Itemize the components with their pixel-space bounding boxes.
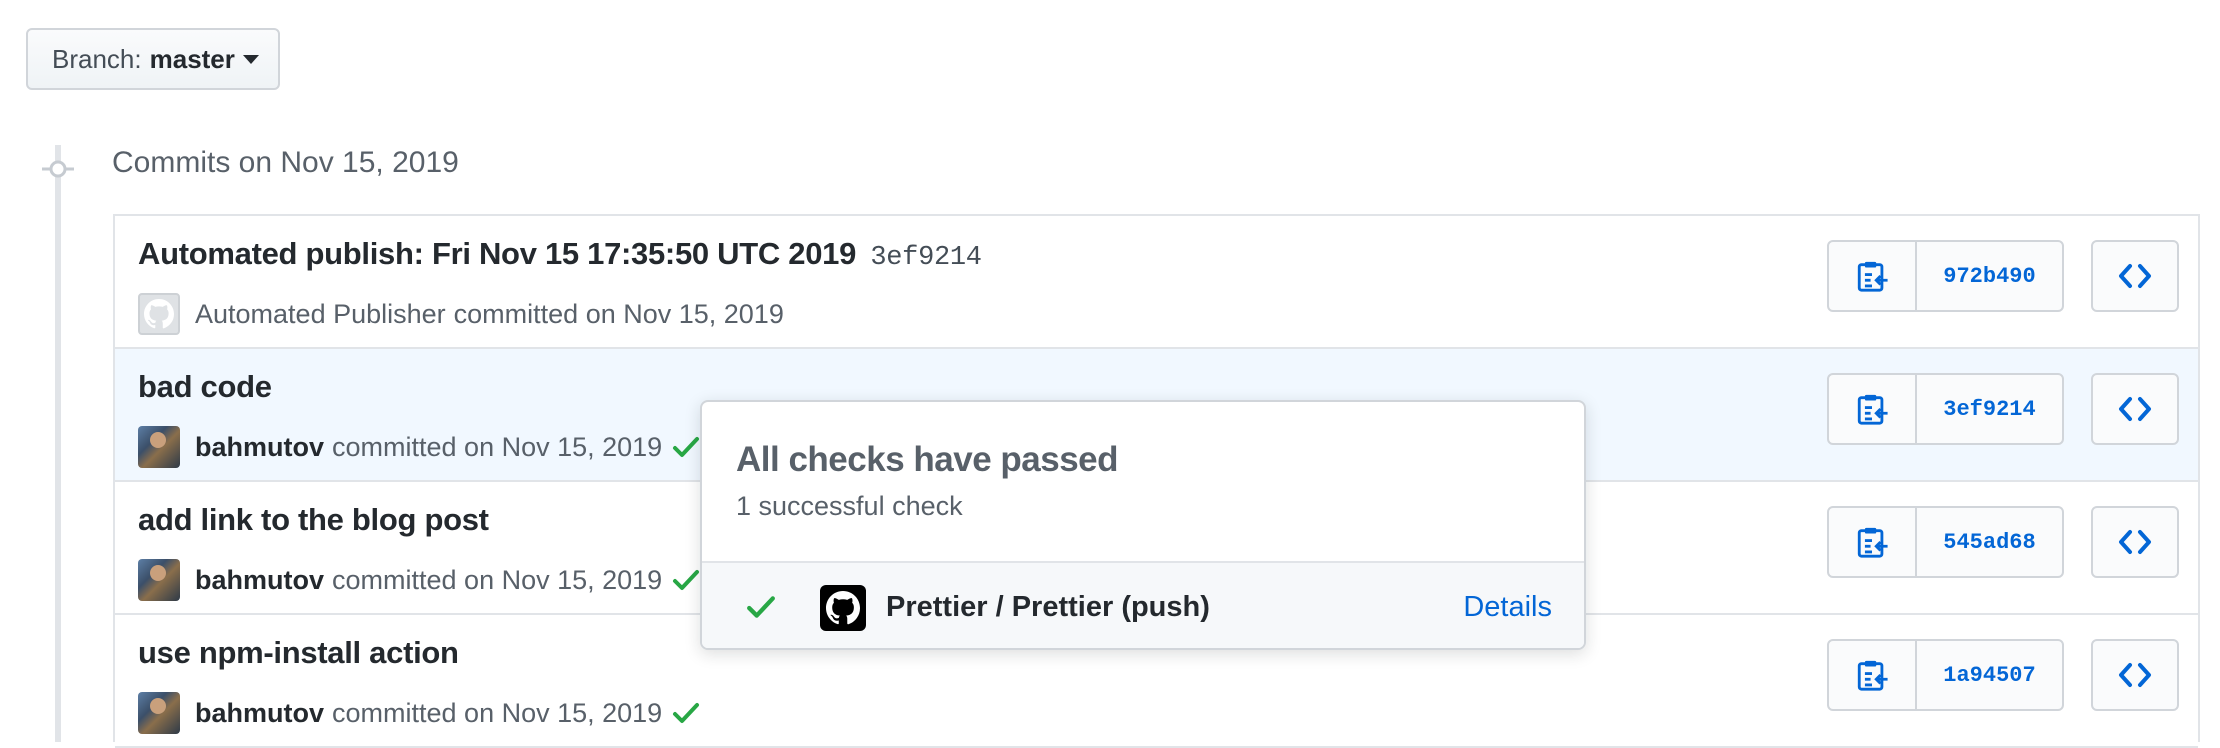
clipboard-copy-icon (1857, 261, 1888, 292)
code-brackets-icon (2119, 530, 2151, 554)
commit-message[interactable]: Automated publish: Fri Nov 15 17:35:50 U… (138, 236, 982, 273)
commit-row: Automated publish: Fri Nov 15 17:35:50 U… (115, 216, 2198, 349)
status-check-button[interactable] (672, 701, 700, 725)
inline-sha-link[interactable]: 3ef9214 (870, 243, 982, 273)
commit-meta: bahmutov committed on Nov 15, 2019 (138, 424, 700, 470)
status-check-button[interactable] (672, 435, 700, 459)
popover-subtitle: 1 successful check (736, 491, 963, 521)
sha-button-group: 1a94507 (1827, 639, 2064, 711)
check-run-name: Prettier / Prettier (push) (886, 591, 1210, 623)
browse-repo-button[interactable] (2091, 506, 2179, 578)
copy-sha-button[interactable] (1829, 242, 1917, 310)
avatar[interactable] (138, 293, 180, 335)
commit-message[interactable]: bad code (138, 369, 272, 405)
commit-message[interactable]: use npm-install action (138, 635, 459, 671)
copy-sha-button[interactable] (1829, 508, 1917, 576)
commit-author-name: Automated Publisher (195, 298, 446, 329)
browse-repo-button[interactable] (2091, 240, 2179, 312)
check-run-row: Prettier / Prettier (push) Details (702, 561, 1584, 648)
github-mark-icon (144, 299, 174, 329)
sha-button-group: 972b490 (1827, 240, 2064, 312)
commit-author-name[interactable]: bahmutov (195, 565, 324, 596)
commit-title[interactable]: bad code (138, 369, 272, 404)
branch-select-button[interactable]: Branch: master (26, 28, 280, 90)
check-icon (673, 437, 700, 457)
browse-repo-button[interactable] (2091, 373, 2179, 445)
status-check-button[interactable] (672, 568, 700, 592)
commit-date: committed on Nov 15, 2019 (332, 564, 663, 595)
check-icon (747, 596, 775, 618)
commit-author-name[interactable]: bahmutov (195, 432, 324, 463)
clipboard-copy-icon (1857, 527, 1888, 558)
commit-date: committed on Nov 15, 2019 (332, 431, 663, 462)
commit-group-title: Commits on Nov 15, 2019 (112, 146, 459, 179)
github-mark-icon (826, 591, 860, 625)
commit-sha-link[interactable]: 545ad68 (1917, 508, 2062, 576)
commit-meta: Automated Publisher committed on Nov 15,… (138, 291, 784, 337)
commit-meta: bahmutov committed on Nov 15, 2019 (138, 557, 700, 603)
popover-title: All checks have passed (736, 440, 1119, 479)
commit-title[interactable]: Automated publish: Fri Nov 15 17:35:50 U… (138, 236, 856, 271)
sha-button-group: 3ef9214 (1827, 373, 2064, 445)
commit-sha-link[interactable]: 3ef9214 (1917, 375, 2062, 443)
avatar[interactable] (138, 426, 180, 468)
avatar[interactable] (138, 692, 180, 734)
caret-down-icon (242, 54, 259, 64)
commit-title[interactable]: use npm-install action (138, 635, 459, 670)
commit-sha-link[interactable]: 1a94507 (1917, 641, 2062, 709)
github-mark-icon (820, 585, 866, 631)
branch-label: Branch: (52, 43, 142, 74)
check-icon (673, 570, 700, 590)
commit-sha-link[interactable]: 972b490 (1917, 242, 2062, 310)
checks-popover: All checks have passed 1 successful chec… (700, 400, 1586, 650)
clipboard-copy-icon (1857, 394, 1888, 425)
commit-date: committed on Nov 15, 2019 (332, 697, 663, 728)
avatar[interactable] (138, 559, 180, 601)
commit-node-icon (42, 160, 74, 178)
copy-sha-button[interactable] (1829, 375, 1917, 443)
check-icon (673, 703, 700, 723)
copy-sha-button[interactable] (1829, 641, 1917, 709)
sha-button-group: 545ad68 (1827, 506, 2064, 578)
timeline-line (55, 145, 61, 742)
browse-repo-button[interactable] (2091, 639, 2179, 711)
clipboard-copy-icon (1857, 660, 1888, 691)
code-brackets-icon (2119, 397, 2151, 421)
code-brackets-icon (2119, 663, 2151, 687)
code-brackets-icon (2119, 264, 2151, 288)
details-link[interactable]: Details (1463, 591, 1552, 624)
branch-name: master (149, 43, 235, 74)
commit-title[interactable]: add link to the blog post (138, 502, 489, 537)
commit-message[interactable]: add link to the blog post (138, 502, 489, 538)
commit-meta: bahmutov committed on Nov 15, 2019 (138, 690, 700, 736)
commit-date: committed on Nov 15, 2019 (453, 298, 784, 329)
commit-author-name[interactable]: bahmutov (195, 698, 324, 729)
